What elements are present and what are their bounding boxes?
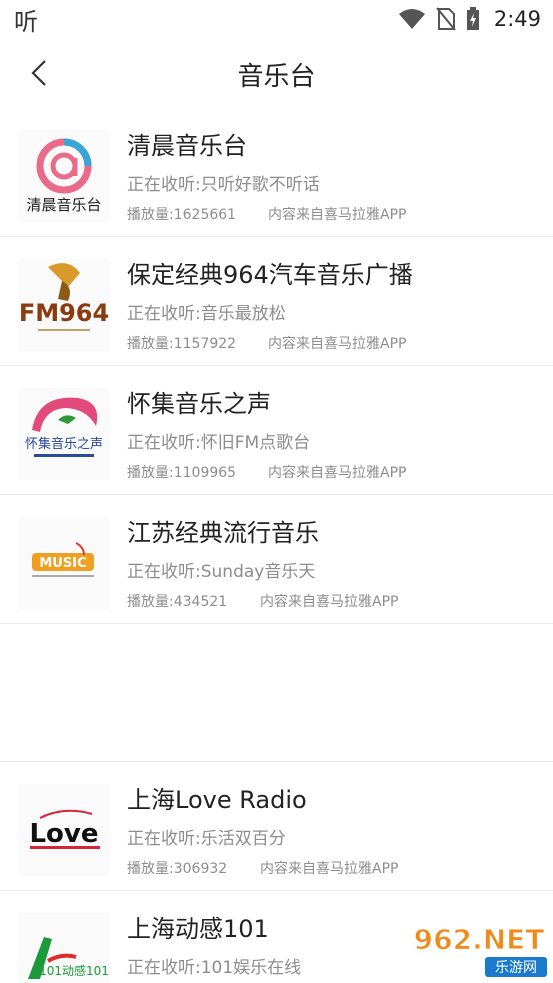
now-playing: 正在收听:只听好歌不听话 bbox=[127, 175, 320, 195]
station-meta: 播放量:306932 内容来自喜马拉雅APP bbox=[127, 858, 398, 878]
source-text: 内容来自喜马拉雅APP bbox=[260, 861, 399, 877]
play-count: 播放量:306932 bbox=[127, 861, 228, 877]
play-count: 播放量:1157922 bbox=[127, 336, 237, 352]
station-name: 上海Love Radio bbox=[127, 786, 307, 814]
list-item[interactable]: FM964 保定经典964汽车音乐广播 正在收听:音乐最放松 播放量:11579… bbox=[0, 237, 553, 366]
list-item[interactable]: 怀集音乐之声 怀集音乐之声 正在收听:怀旧FM点歌台 播放量:1109965 内… bbox=[0, 366, 553, 495]
station-logo-qingchen: 清晨音乐台 bbox=[18, 130, 110, 222]
now-playing: 正在收听:Sunday音乐天 bbox=[127, 562, 316, 582]
battery-charging-icon bbox=[466, 7, 479, 30]
page-title: 音乐台 bbox=[237, 62, 316, 92]
now-playing: 正在收听:音乐最放松 bbox=[127, 304, 286, 324]
list-spacer bbox=[0, 624, 553, 762]
play-count: 播放量:1109965 bbox=[127, 465, 237, 481]
logo-text: FM964 bbox=[19, 299, 109, 327]
watermark-subtext: 乐游网 bbox=[495, 960, 537, 976]
wifi-icon bbox=[398, 9, 425, 29]
source-text: 内容来自喜马拉雅APP bbox=[260, 594, 399, 610]
header: 音乐台 bbox=[0, 38, 553, 108]
play-count: 播放量:434521 bbox=[127, 594, 228, 610]
app-glyph: 听 bbox=[14, 7, 38, 36]
station-name: 保定经典964汽车音乐广播 bbox=[127, 261, 413, 289]
list-item[interactable]: MUSIC 江苏经典流行音乐 正在收听:Sunday音乐天 播放量:434521… bbox=[0, 495, 553, 624]
list-item[interactable]: 清晨音乐台 清晨音乐台 正在收听:只听好歌不听话 播放量:1625661 内容来… bbox=[0, 108, 553, 237]
status-bar: 听 2:49 bbox=[0, 0, 553, 38]
now-playing: 正在收听:101娱乐在线 bbox=[127, 958, 302, 978]
clock: 2:49 bbox=[493, 7, 541, 31]
station-name: 上海动感101 bbox=[127, 915, 269, 943]
station-logo-huaiji: 怀集音乐之声 bbox=[18, 388, 110, 480]
station-name: 江苏经典流行音乐 bbox=[127, 519, 319, 547]
station-meta: 播放量:1625661 内容来自喜马拉雅APP bbox=[127, 204, 406, 224]
status-icons: 2:49 bbox=[398, 7, 541, 31]
logo-text: 清晨音乐台 bbox=[26, 196, 101, 214]
source-text: 内容来自喜马拉雅APP bbox=[268, 465, 407, 481]
logo-text: Love bbox=[29, 819, 98, 849]
station-logo-fm964: FM964 bbox=[18, 259, 110, 351]
watermark-text: 962.NET bbox=[414, 923, 545, 956]
station-name: 怀集音乐之声 bbox=[127, 390, 271, 418]
watermark-logo: 962.NET 乐游网 bbox=[409, 919, 549, 979]
list-item[interactable]: Love 上海Love Radio 正在收听:乐活双百分 播放量:306932 … bbox=[0, 762, 553, 891]
logo-text: MUSIC bbox=[39, 556, 86, 571]
now-playing: 正在收听:怀旧FM点歌台 bbox=[127, 433, 311, 453]
station-logo-dynamic101: 101动感101 bbox=[18, 913, 110, 983]
logo-text: 101动感101 bbox=[39, 963, 109, 978]
source-text: 内容来自喜马拉雅APP bbox=[268, 207, 407, 223]
play-count: 播放量:1625661 bbox=[127, 207, 237, 223]
station-name: 清晨音乐台 bbox=[127, 132, 247, 160]
station-meta: 播放量:434521 内容来自喜马拉雅APP bbox=[127, 591, 398, 611]
now-playing: 正在收听:乐活双百分 bbox=[127, 829, 286, 849]
station-list: 清晨音乐台 清晨音乐台 正在收听:只听好歌不听话 播放量:1625661 内容来… bbox=[0, 108, 553, 983]
station-meta: 播放量:1157922 内容来自喜马拉雅APP bbox=[127, 333, 406, 353]
station-meta: 播放量:1109965 内容来自喜马拉雅APP bbox=[127, 462, 406, 482]
station-logo-jiangsu: MUSIC bbox=[18, 517, 110, 609]
station-logo-love-radio: Love bbox=[18, 784, 110, 876]
logo-text: 怀集音乐之声 bbox=[25, 436, 103, 452]
source-text: 内容来自喜马拉雅APP bbox=[268, 336, 407, 352]
no-sim-icon bbox=[436, 7, 456, 31]
